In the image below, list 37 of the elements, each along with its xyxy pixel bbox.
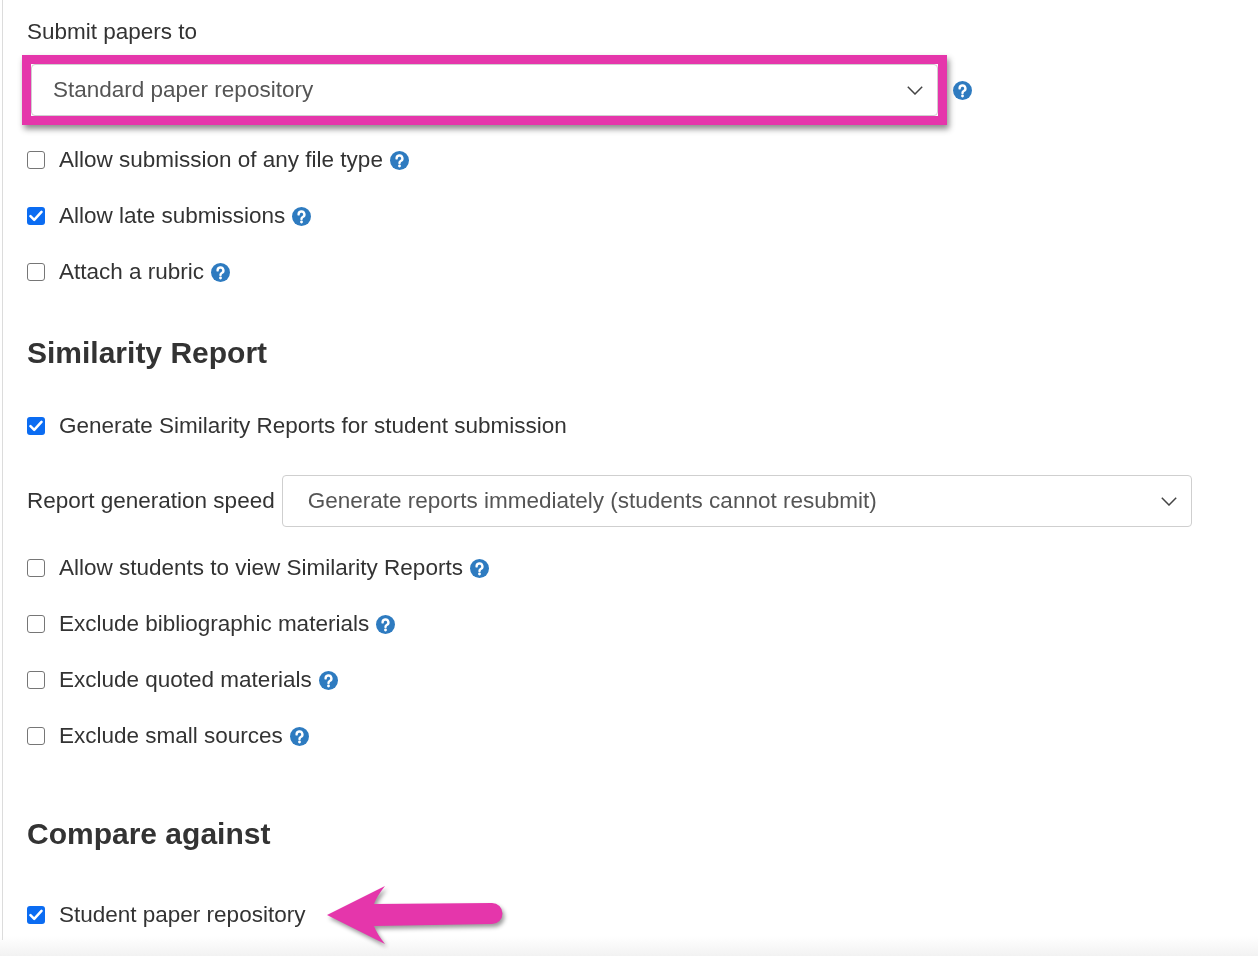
checkmark-icon xyxy=(29,909,43,921)
help-icon[interactable] xyxy=(389,150,409,170)
checkbox-label: Student paper repository xyxy=(59,902,306,928)
checkbox-label: Allow submission of any file type xyxy=(59,147,383,173)
checkbox[interactable] xyxy=(27,417,45,435)
checkbox[interactable] xyxy=(27,727,45,745)
help-icon[interactable] xyxy=(953,80,972,100)
help-icon[interactable] xyxy=(292,206,312,226)
checkbox[interactable] xyxy=(27,207,45,225)
section-heading: Compare against xyxy=(27,816,271,852)
checkbox-label: Attach a rubric xyxy=(59,259,205,285)
checkbox[interactable] xyxy=(27,151,45,169)
help-icon[interactable] xyxy=(469,558,489,578)
checkbox-label: Generate Similarity Reports for student submission xyxy=(59,413,567,439)
help-icon[interactable] xyxy=(376,614,396,634)
checkbox-label: Exclude bibliographic materials xyxy=(59,611,370,637)
checkbox[interactable] xyxy=(27,615,45,633)
checkbox[interactable] xyxy=(27,671,45,689)
checkbox-label: Exclude small sources xyxy=(59,723,283,749)
checkbox-label: Allow students to view Similarity Reports xyxy=(59,555,463,581)
checkmark-icon xyxy=(29,420,43,432)
help-icon[interactable] xyxy=(211,262,231,282)
checkbox[interactable] xyxy=(27,263,45,281)
checkbox[interactable] xyxy=(27,906,45,924)
section-heading: Similarity Report xyxy=(27,335,268,371)
chevron-down-icon xyxy=(907,85,923,95)
repository-dropdown[interactable]: Standard paper repository xyxy=(31,64,938,116)
checkbox[interactable] xyxy=(27,559,45,577)
checkbox-label: Exclude quoted materials xyxy=(59,667,312,693)
field-label: Submit papers to xyxy=(27,18,198,46)
chevron-down-icon xyxy=(1160,496,1177,506)
field-label: Report generation speed xyxy=(27,488,275,514)
help-icon[interactable] xyxy=(318,670,338,690)
help-icon[interactable] xyxy=(289,726,309,746)
checkmark-icon xyxy=(29,210,43,222)
speed-dropdown[interactable]: Generate reports immediately (students cannot resubmit) xyxy=(281,475,1192,527)
checkbox-label: Allow late submissions xyxy=(59,203,286,229)
